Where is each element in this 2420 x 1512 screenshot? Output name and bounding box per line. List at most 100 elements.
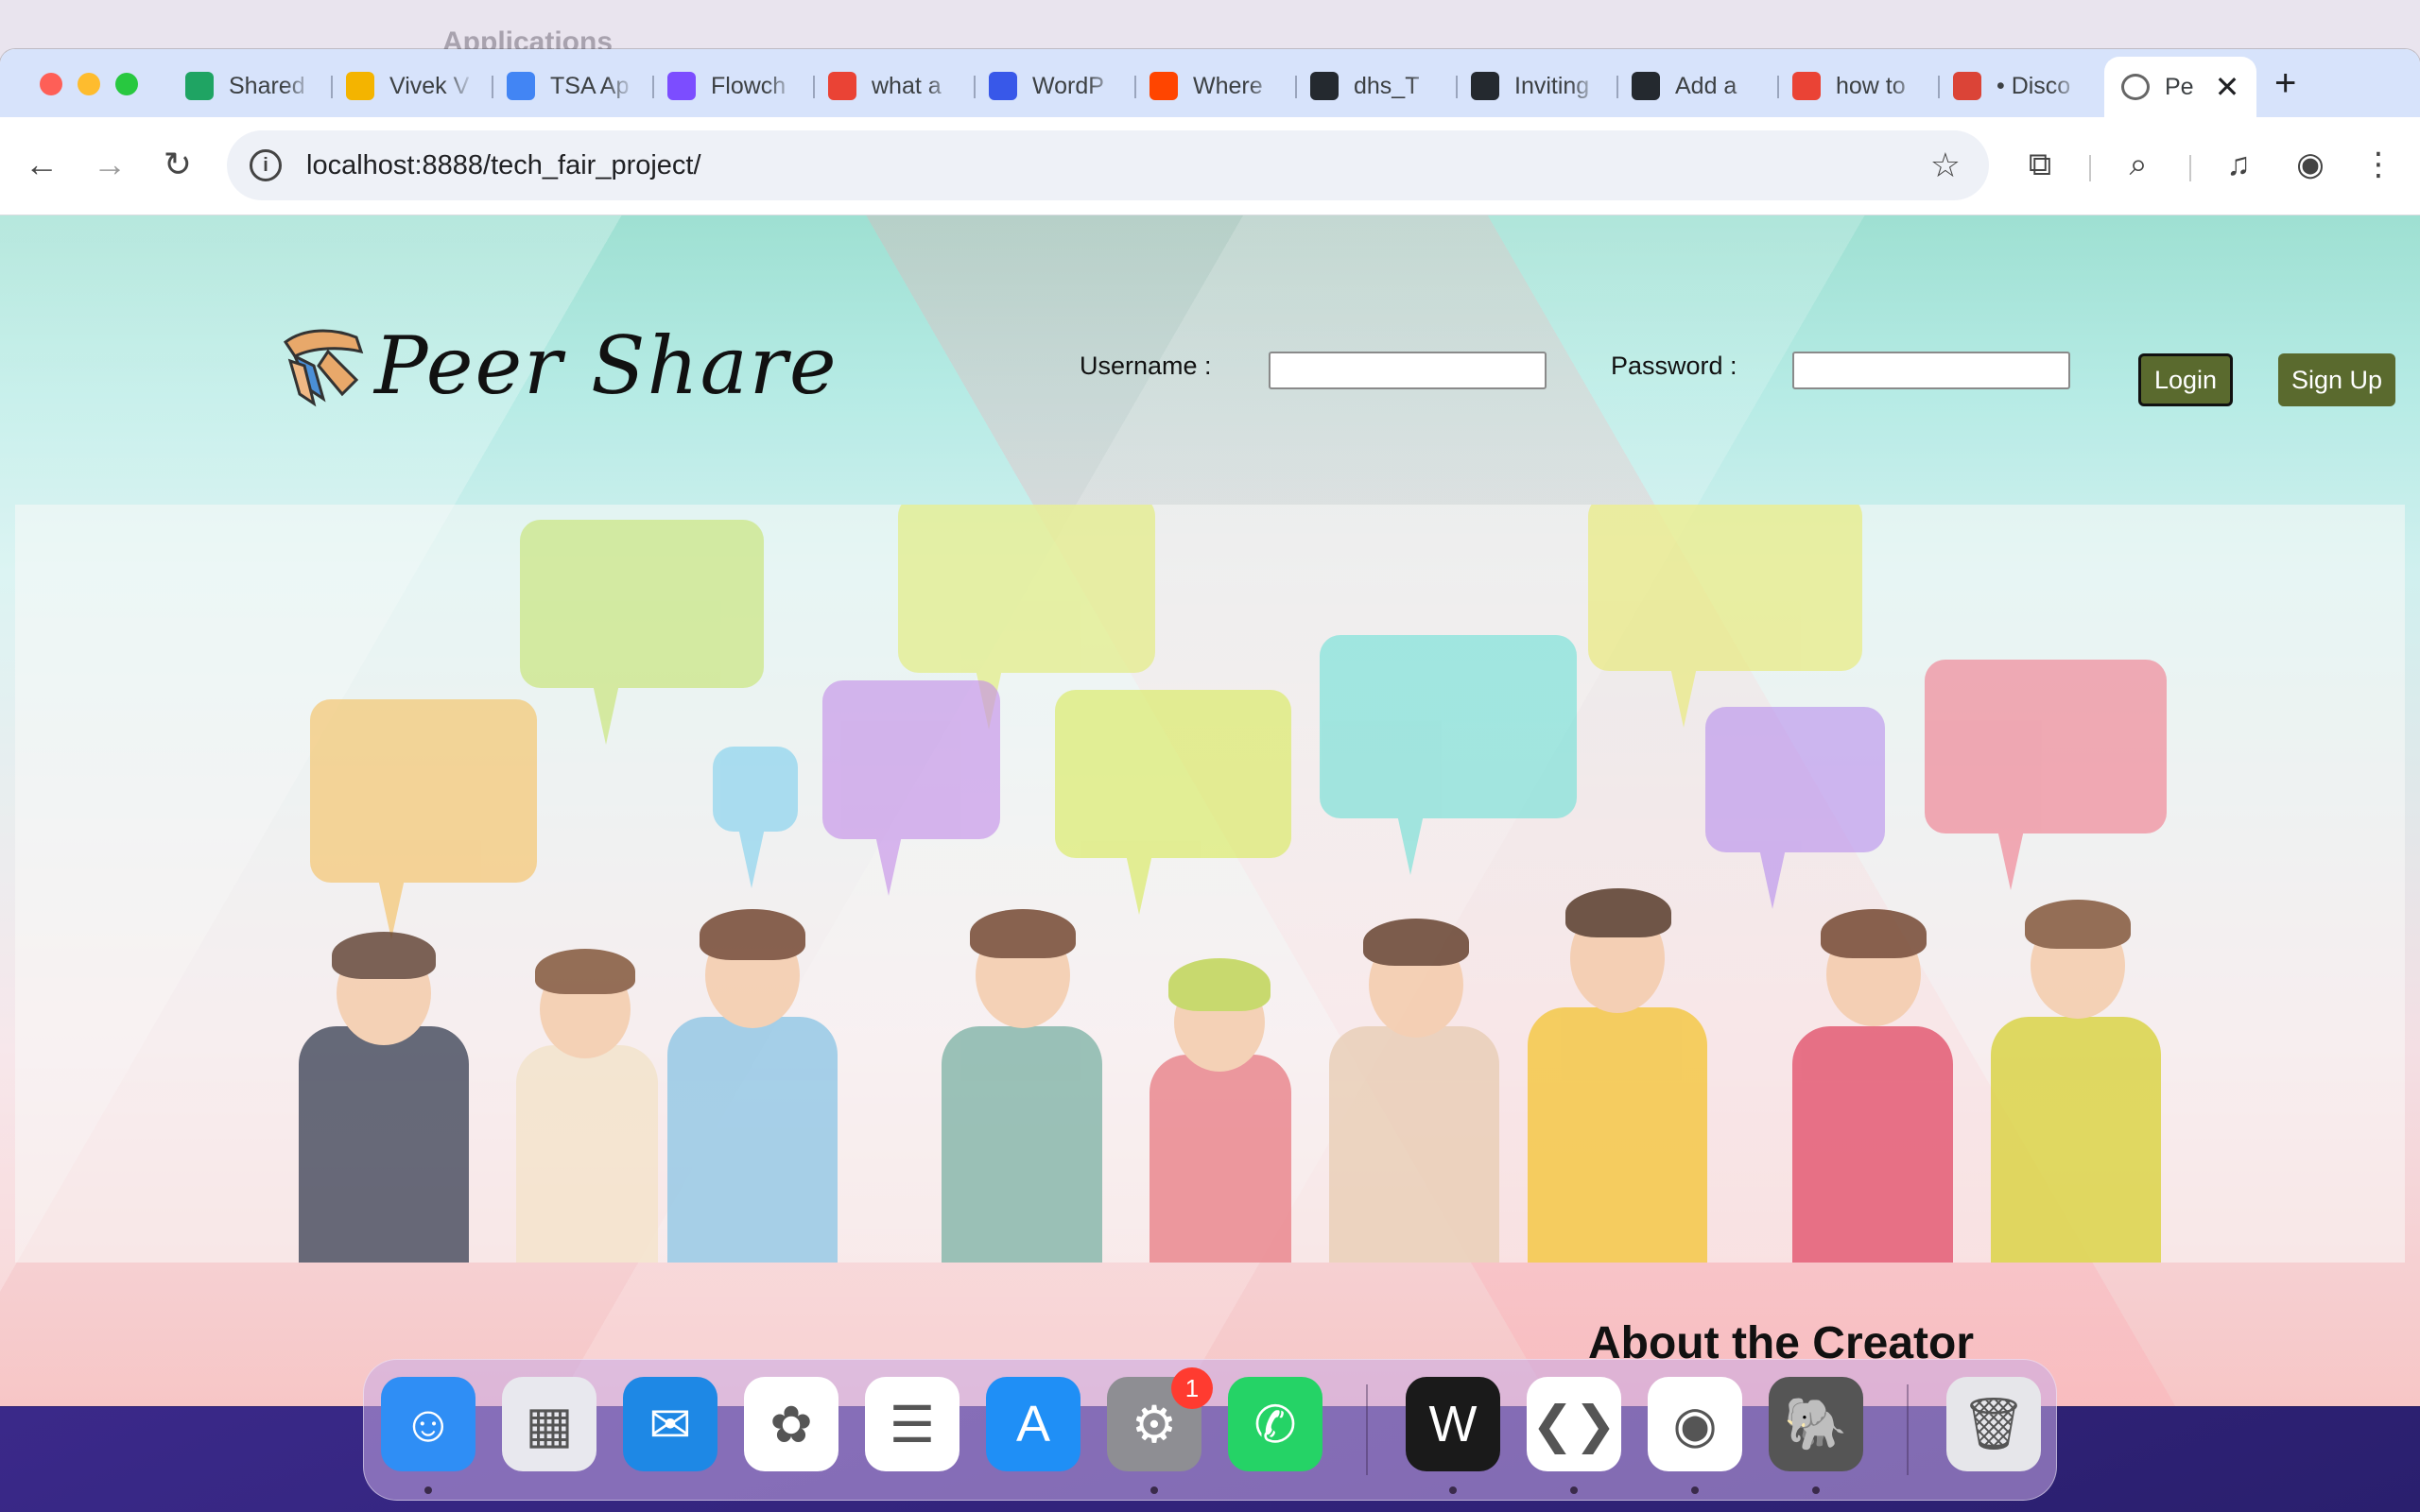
- tab-title: TSA Ap: [550, 72, 630, 99]
- github-icon: [1632, 72, 1660, 100]
- tab-1[interactable]: Vivek V: [346, 62, 475, 110]
- fullscreen-window-button[interactable]: [115, 73, 138, 95]
- menu-kebab-icon[interactable]: ⋮: [2352, 138, 2405, 191]
- running-indicator: [1570, 1486, 1578, 1494]
- tab-6[interactable]: Where: [1150, 62, 1278, 110]
- profile-icon[interactable]: ◉: [2284, 138, 2337, 191]
- browser-window: Shared Vivek V TSA Ap Flowch what a WordP Wher…: [0, 49, 2420, 1406]
- trash-icon[interactable]: 🗑: [1946, 1377, 2041, 1471]
- speech-bubble: [1055, 690, 1291, 915]
- tab-title: • Disco: [1996, 72, 2071, 99]
- tab-search-icon[interactable]: ⌕: [2112, 138, 2165, 191]
- person-figure: [1320, 913, 1509, 1263]
- running-indicator: [1691, 1486, 1699, 1494]
- login-button[interactable]: Login: [2138, 353, 2234, 406]
- tab-separator: [652, 76, 654, 98]
- person-figure: [932, 903, 1112, 1263]
- bookmark-star-icon[interactable]: ☆: [1930, 146, 1961, 185]
- whatsapp-icon[interactable]: ✆: [1228, 1377, 1322, 1471]
- tab-10[interactable]: how to: [1792, 62, 1921, 110]
- browser-toolbar: ← → ↻ i localhost:8888/tech_fair_project…: [0, 117, 2420, 215]
- running-indicator: [1812, 1486, 1820, 1494]
- tab-separator: [1938, 76, 1940, 98]
- username-input[interactable]: [1269, 352, 1547, 389]
- tab-separator: [813, 76, 815, 98]
- github-icon: [1471, 72, 1499, 100]
- google-icon: [1792, 72, 1821, 100]
- new-tab-button[interactable]: +: [2274, 62, 2296, 105]
- web-page: Peer Share Username : Password : Login S…: [0, 215, 2420, 1406]
- tab-4[interactable]: what a: [828, 62, 957, 110]
- tab-11[interactable]: • Disco: [1953, 62, 2082, 110]
- hands-logo-icon: [276, 323, 371, 408]
- url-text[interactable]: localhost:8888/tech_fair_project/: [306, 150, 701, 181]
- person-figure: [658, 903, 847, 1263]
- google-slides-icon: [346, 72, 374, 100]
- tab-separator: [1134, 76, 1136, 98]
- tab-separator: [492, 76, 493, 98]
- webex-icon[interactable]: W: [1406, 1377, 1500, 1471]
- launchpad-icon[interactable]: ▦: [502, 1377, 596, 1471]
- finder-icon[interactable]: ☺: [381, 1377, 475, 1471]
- peer-share-icon: [2121, 74, 2150, 100]
- site-logo[interactable]: Peer Share: [276, 319, 838, 412]
- tab-active[interactable]: Pe ✕: [2104, 57, 2257, 117]
- dock-separator: [1366, 1384, 1368, 1475]
- speech-bubble: [1925, 660, 2167, 890]
- running-indicator: [1150, 1486, 1158, 1494]
- person-figure: [1981, 894, 2170, 1263]
- site-info-icon[interactable]: i: [250, 149, 282, 181]
- tab-8[interactable]: Inviting: [1471, 62, 1599, 110]
- tab-2[interactable]: TSA Ap: [507, 62, 635, 110]
- tab-5[interactable]: WordP: [989, 62, 1117, 110]
- github-icon: [1310, 72, 1339, 100]
- tab-strip: Shared Vivek V TSA Ap Flowch what a WordP Wher…: [0, 49, 2420, 117]
- forward-button[interactable]: →: [83, 138, 136, 191]
- vscode-icon[interactable]: ❮❯: [1527, 1377, 1621, 1471]
- media-controls-icon[interactable]: ♫: [2212, 138, 2265, 191]
- password-input[interactable]: [1792, 352, 2070, 389]
- photos-icon[interactable]: ✿: [744, 1377, 838, 1471]
- close-window-button[interactable]: [40, 73, 62, 95]
- speech-bubble: [898, 505, 1155, 730]
- speech-bubble: [1705, 707, 1885, 909]
- tab-separator: [331, 76, 333, 98]
- reminders-icon[interactable]: ☰: [865, 1377, 959, 1471]
- person-figure: [1783, 903, 1962, 1263]
- dock-separator: [1907, 1384, 1909, 1475]
- extensions-icon[interactable]: ⧉: [2014, 138, 2066, 191]
- mail-icon[interactable]: ✉: [623, 1377, 717, 1471]
- google-docs-icon: [507, 72, 535, 100]
- chrome-icon[interactable]: ◉: [1648, 1377, 1742, 1471]
- tab-separator: [1777, 76, 1779, 98]
- minimize-window-button[interactable]: [78, 73, 100, 95]
- running-indicator: [424, 1486, 432, 1494]
- person-figure: [507, 941, 667, 1263]
- tab-title: WordP: [1032, 72, 1104, 99]
- google-icon: [828, 72, 856, 100]
- tab-title: Where: [1193, 72, 1263, 99]
- tab-title: Vivek V: [389, 72, 470, 99]
- address-bar[interactable]: i localhost:8888/tech_fair_project/ ☆: [227, 130, 1989, 200]
- speech-bubble: [822, 680, 1000, 896]
- google-drive-icon: [185, 72, 214, 100]
- flowchart-icon: [667, 72, 696, 100]
- mamp-icon[interactable]: 🐘: [1769, 1377, 1863, 1471]
- hero-illustration: [15, 505, 2405, 1263]
- running-indicator: [1449, 1486, 1457, 1494]
- signup-button[interactable]: Sign Up: [2278, 353, 2396, 406]
- person-figure: [1518, 885, 1717, 1263]
- tab-3[interactable]: Flowch: [667, 62, 796, 110]
- reload-button[interactable]: ↻: [151, 138, 204, 191]
- username-label: Username :: [1080, 352, 1212, 380]
- tab-9[interactable]: Add a: [1632, 62, 1760, 110]
- back-button[interactable]: ←: [15, 138, 68, 191]
- tab-7[interactable]: dhs_T: [1310, 62, 1439, 110]
- logo-text: Peer Share: [374, 319, 838, 412]
- tab-0[interactable]: Shared: [185, 62, 314, 110]
- app-store-icon[interactable]: A: [986, 1377, 1080, 1471]
- settings-icon[interactable]: ⚙ 1: [1107, 1367, 1213, 1471]
- speech-bubble: [1588, 505, 1862, 728]
- close-tab-icon[interactable]: ✕: [2215, 69, 2240, 105]
- speech-bubble: [1320, 635, 1577, 875]
